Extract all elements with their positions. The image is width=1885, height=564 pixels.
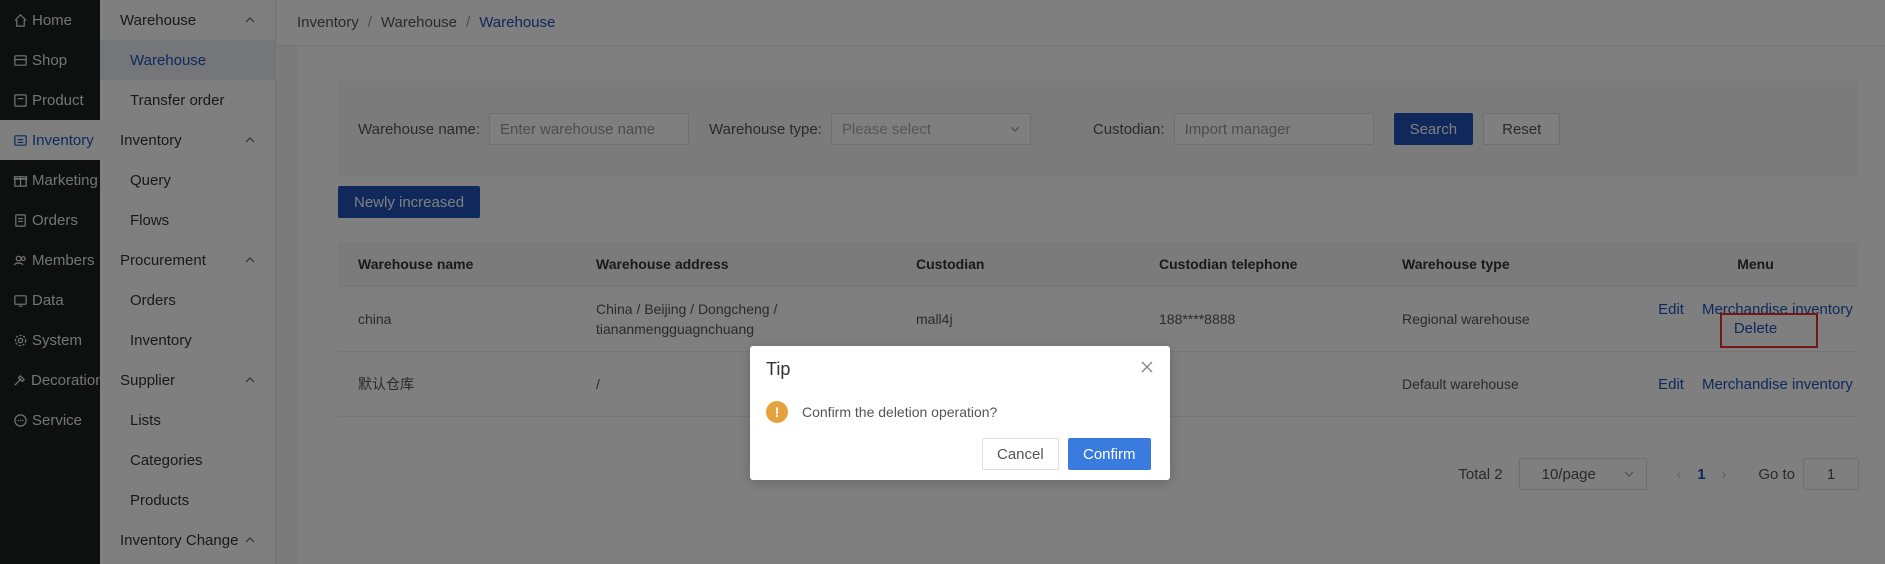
cancel-button[interactable]: Cancel	[982, 438, 1059, 470]
dialog-body: ! Confirm the deletion operation?	[766, 401, 997, 423]
dialog-title: Tip	[766, 359, 791, 379]
dialog-message: Confirm the deletion operation?	[802, 404, 998, 420]
close-icon[interactable]	[1140, 360, 1154, 374]
confirm-button[interactable]: Confirm	[1068, 438, 1151, 470]
confirm-dialog: Tip ! Confirm the deletion operation? Ca…	[750, 346, 1170, 480]
warning-icon: !	[766, 401, 788, 423]
